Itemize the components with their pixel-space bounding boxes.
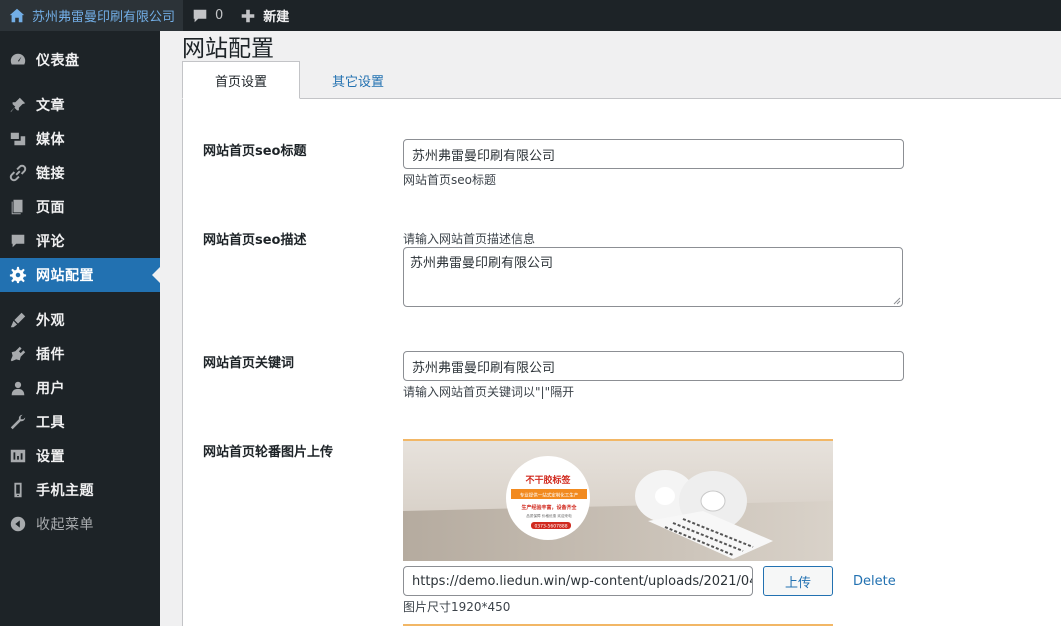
menu-label: 收起菜单 (36, 517, 94, 533)
comment-icon (0, 224, 36, 258)
keywords-input[interactable]: 苏州弗雷曼印刷有限公司 (403, 351, 904, 381)
menu-label: 文章 (36, 98, 65, 114)
menu-label: 仪表盘 (36, 53, 80, 69)
tab-home-settings[interactable]: 首页设置 (182, 61, 300, 99)
new-content-link[interactable]: 新建 (231, 0, 297, 31)
plus-icon (239, 7, 257, 25)
page-icon (0, 190, 36, 224)
banner-subtitle: 专业提供一站式定制化工生产 (520, 492, 579, 499)
menu-plugins[interactable]: 插件 (0, 337, 160, 371)
comment-icon (191, 7, 209, 25)
seo-title-label: 网站首页seo标题 (203, 144, 307, 159)
menu-site-config[interactable]: 网站配置 (0, 258, 160, 292)
seo-desc-textarea[interactable]: 苏州弗雷曼印刷有限公司 (403, 247, 903, 307)
menu-label: 媒体 (36, 132, 65, 148)
phone-icon (0, 473, 36, 507)
menu-label: 网站配置 (36, 268, 94, 284)
site-name-link[interactable]: 苏州弗雷曼印刷有限公司 (0, 0, 184, 31)
home-icon (8, 7, 26, 25)
menu-links[interactable]: 链接 (0, 156, 160, 190)
menu-label: 插件 (36, 347, 65, 363)
upload-button[interactable]: 上传 (763, 566, 833, 596)
menu-media[interactable]: 媒体 (0, 122, 160, 156)
banner-line2: 生产经验丰富，设备齐全 (521, 504, 577, 511)
menu-label: 链接 (36, 166, 65, 182)
comments-link[interactable]: 0 (183, 0, 231, 31)
menu-label: 工具 (36, 415, 65, 431)
seo-desc-value: 苏州弗雷曼印刷有限公司 (410, 256, 554, 271)
menu-comments[interactable]: 评论 (0, 224, 160, 258)
wrench-icon (0, 405, 36, 439)
collapse-icon (0, 507, 36, 541)
gear-icon (0, 258, 36, 292)
banner-phone: 0373-5607888 (534, 524, 567, 530)
menu-label: 评论 (36, 234, 65, 250)
carousel-label: 网站首页轮番图片上传 (203, 445, 334, 460)
admin-sidebar: 仪表盘 文章 媒体 链接 页面 评论 网站配置 外观 插件 用户 工具 设置 手… (0, 31, 160, 626)
menu-appearance[interactable]: 外观 (0, 303, 160, 337)
tab-bar: 首页设置 其它设置 (182, 61, 1061, 99)
banner-line3: 品质保障 价格优惠 欢迎来电 (526, 513, 572, 518)
menu-settings[interactable]: 设置 (0, 439, 160, 473)
seo-desc-help: 请输入网站首页描述信息 (403, 232, 536, 246)
image-size-hint: 图片尺寸1920*450 (403, 600, 511, 614)
settings-icon (0, 439, 36, 473)
page-title: 网站配置 (182, 36, 274, 62)
settings-panel: 网站首页seo标题 苏州弗雷曼印刷有限公司 网站首页seo标题 网站首页seo描… (182, 99, 1061, 626)
media-icon (0, 122, 36, 156)
menu-collapse[interactable]: 收起菜单 (0, 507, 160, 541)
menu-label: 外观 (36, 313, 65, 329)
link-icon (0, 156, 36, 190)
menu-label: 设置 (36, 449, 65, 465)
brush-icon (0, 303, 36, 337)
banner-image: 不干胶标签 专业提供一站式定制化工生产 生产经验丰富，设备齐全 品质保障 价格优… (403, 441, 833, 561)
admin-bar: 苏州弗雷曼印刷有限公司 0 新建 (0, 0, 1061, 31)
keywords-help: 请输入网站首页关键词以"|"隔开 (403, 385, 575, 399)
menu-dashboard[interactable]: 仪表盘 (0, 43, 160, 77)
menu-users[interactable]: 用户 (0, 371, 160, 405)
menu-label: 用户 (36, 381, 65, 397)
banner-title: 不干胶标签 (525, 474, 571, 486)
menu-label: 页面 (36, 200, 65, 216)
user-icon (0, 371, 36, 405)
site-name: 苏州弗雷曼印刷有限公司 (32, 10, 176, 25)
delete-link[interactable]: Delete (853, 574, 896, 589)
resize-grip-icon[interactable] (893, 297, 901, 305)
comments-count: 0 (215, 8, 224, 23)
seo-title-help: 网站首页seo标题 (403, 173, 496, 187)
menu-label: 手机主题 (36, 483, 94, 499)
dashboard-icon (0, 43, 36, 77)
menu-mobile-theme[interactable]: 手机主题 (0, 473, 160, 507)
menu-posts[interactable]: 文章 (0, 88, 160, 122)
carousel-url-input[interactable]: https://demo.liedun.win/wp-content/uploa… (403, 566, 753, 596)
plugin-icon (0, 337, 36, 371)
pin-icon (0, 88, 36, 122)
menu-pages[interactable]: 页面 (0, 190, 160, 224)
tab-other-settings[interactable]: 其它设置 (312, 61, 404, 99)
keywords-label: 网站首页关键词 (203, 356, 295, 371)
carousel-image-preview: 不干胶标签 专业提供一站式定制化工生产 生产经验丰富，设备齐全 品质保障 价格优… (403, 439, 833, 561)
new-label: 新建 (263, 10, 290, 25)
seo-title-input[interactable]: 苏州弗雷曼印刷有限公司 (403, 139, 904, 169)
seo-desc-label: 网站首页seo描述 (203, 233, 307, 248)
menu-tools[interactable]: 工具 (0, 405, 160, 439)
main-content: 网站配置 首页设置 其它设置 网站首页seo标题 苏州弗雷曼印刷有限公司 网站首… (160, 31, 1061, 626)
